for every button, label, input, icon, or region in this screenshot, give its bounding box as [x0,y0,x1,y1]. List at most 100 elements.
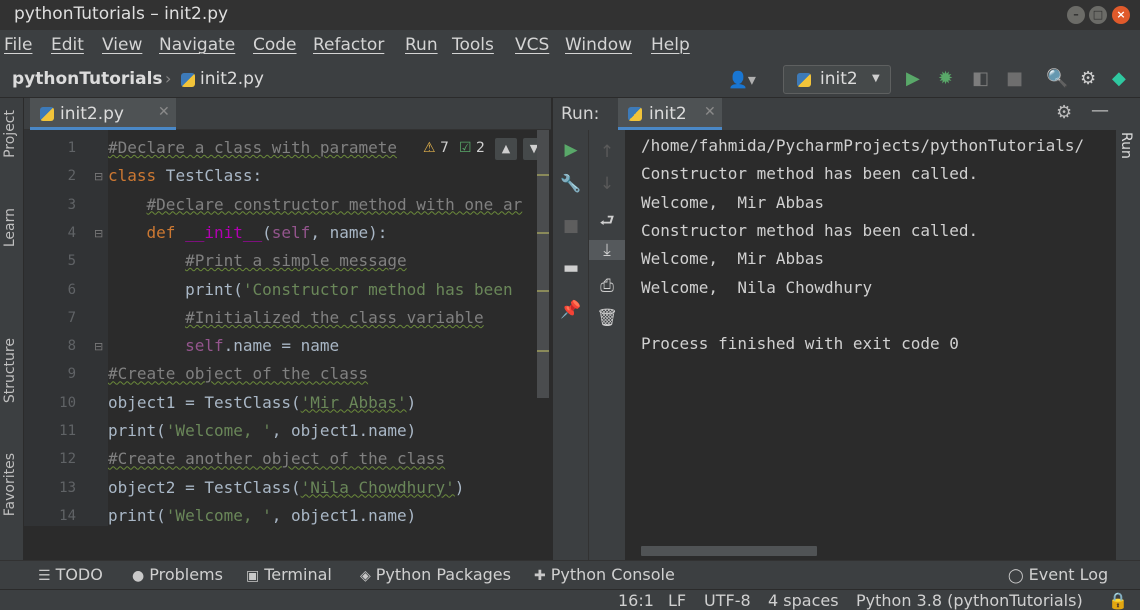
clear-all-trash-icon[interactable]: 🗑 [589,308,625,328]
favorites-tool-tab[interactable]: Favorites [2,453,22,516]
code-line[interactable]: def __init__(self, name): [108,223,388,242]
coverage-icon[interactable]: ◧ [972,68,989,89]
warning-stripe-marker[interactable] [537,174,549,176]
stop-icon[interactable]: ■ [1006,68,1023,89]
print-icon[interactable]: ⎙ [589,276,625,296]
pin-tab-icon[interactable]: 📌 [553,300,589,320]
close-tab-icon[interactable]: ✕ [158,104,170,120]
python-console-tab[interactable]: ✚ Python Console [534,565,675,584]
weak-warnings-count[interactable]: ☑ 2 [459,140,485,156]
code-token: 'Welcome, ' [165,505,272,525]
file-encoding[interactable]: UTF-8 [704,591,751,610]
rerun-icon[interactable]: ▶ [553,140,589,160]
code-line[interactable]: self.name = name [108,336,339,355]
code-line[interactable]: #Declare constructor method with one ar [108,195,523,214]
caret-position[interactable]: 16:1 [618,591,654,610]
close-tab-icon[interactable]: ✕ [704,104,716,120]
menu-refactor[interactable]: Refactor [313,35,384,55]
code-line[interactable]: object1 = TestClass('Mir Abbas') [108,393,416,412]
minimize-window-button[interactable]: – [1067,6,1085,24]
event-log-tab[interactable]: ◯ Event Log [1008,565,1108,584]
line-number: 10 [59,394,76,411]
code-line[interactable]: class TestClass: [108,166,262,185]
jetbrains-logo-icon[interactable]: ◆ [1112,68,1126,89]
learn-tool-tab[interactable]: Learn [2,208,22,247]
project-tool-tab[interactable]: Project [2,110,22,158]
run-icon[interactable]: ▶ [906,68,920,89]
run-tab-init2[interactable]: init2 ✕ [618,98,722,130]
menu-file[interactable]: File [4,35,32,55]
menu-vcs[interactable]: VCS [515,35,549,55]
down-stack-icon[interactable]: ↓ [589,174,625,194]
line-number: 5 [67,253,76,270]
code-fold-icon[interactable]: ⊟ [94,170,103,183]
indent-setting[interactable]: 4 spaces [768,591,839,610]
line-separator[interactable]: LF [668,591,686,610]
soft-wrap-icon[interactable]: ⮐ [589,208,625,237]
python-config-icon [797,73,811,87]
code-token: TestClass: [156,166,263,186]
scroll-to-end-icon[interactable]: ⤓ [589,240,625,260]
editor-tab-init2[interactable]: init2.py ✕ [30,98,176,130]
menu-run[interactable]: Run [405,35,438,55]
code-fold-icon[interactable]: ⊟ [94,227,103,240]
menu-code[interactable]: Code [253,35,297,55]
warning-stripe-marker[interactable] [537,350,549,352]
up-stack-icon[interactable]: ↑ [589,142,625,162]
modify-config-wrench-icon[interactable]: 🔧 [553,174,589,194]
console-output-line: Constructor method has been called. [641,164,979,184]
menu-window[interactable]: Window [565,35,632,55]
code-line[interactable]: print('Welcome, ', object1.name) [108,506,416,525]
code-fold-icon[interactable]: ⊟ [94,340,103,353]
warning-stripe-marker[interactable] [537,232,549,234]
search-icon[interactable]: 🔍 [1046,68,1068,89]
breadcrumb-file[interactable]: init2.py [200,69,264,89]
settings-gear-icon[interactable]: ⚙ [1080,68,1096,89]
code-line[interactable]: print('Welcome, ', object1.name) [108,421,416,440]
line-number-gutter: 1 2 3 4 5 6 7 8 9 10 11 12 13 14 ⊟ ⊟ ⊟ [24,130,108,526]
lock-icon[interactable]: 🔒 [1108,591,1128,610]
user-account-icon[interactable]: 👤▾ [728,70,756,89]
structure-tool-tab[interactable]: Structure [2,338,22,403]
maximize-window-button[interactable]: □ [1089,6,1107,24]
menu-tools[interactable]: Tools [452,35,494,55]
console-horizontal-scrollbar[interactable] [641,546,817,556]
code-line[interactable]: #Create object of the class [108,364,368,383]
code-line[interactable]: #Initialized the class variable [108,308,484,327]
warnings-count[interactable]: ⚠ 7 [423,140,449,156]
menu-help[interactable]: Help [651,35,690,55]
debug-icon[interactable]: ✹ [938,68,953,89]
previous-highlight-button[interactable]: ▲ [495,138,517,160]
restore-layout-icon[interactable]: ▬ [553,258,589,278]
code-editor[interactable]: #Declare a class with paramete class Test… [108,130,551,526]
run-settings-gear-icon[interactable]: ⚙ [1056,102,1072,123]
problems-tab[interactable]: ● Problems [132,565,223,584]
menu-view[interactable]: View [102,35,142,55]
breadcrumb-project[interactable]: pythonTutorials [12,69,163,89]
editor-scrollbar[interactable] [537,130,549,398]
run-configuration-selector[interactable]: init2 ▼ [783,65,891,94]
run-tool-tab[interactable]: Run [1118,132,1134,159]
packages-layers-icon: ◈ [360,568,371,584]
todo-tab[interactable]: ☰ TODO [38,565,103,584]
stop-run-icon[interactable]: ■ [553,216,589,236]
warning-stripe-marker[interactable] [537,290,549,292]
hide-panel-icon[interactable]: — [1091,100,1109,121]
menu-edit[interactable]: Edit [51,35,84,55]
close-window-button[interactable]: × [1112,6,1130,24]
code-line[interactable]: #Create another object of the class [108,449,445,468]
code-line[interactable]: #Print a simple message [108,251,407,270]
code-line[interactable]: print('Constructor method has been [108,280,513,299]
code-token: .name = name [223,336,340,356]
code-token: #Initialized the class variable [185,307,484,327]
terminal-tab[interactable]: ▣ Terminal [246,565,332,584]
menu-navigate[interactable]: Navigate [159,35,235,55]
code-line[interactable]: #Declare a class with paramete [108,138,397,157]
python-interpreter[interactable]: Python 3.8 (pythonTutorials) [856,591,1083,610]
python-packages-tab[interactable]: ◈ Python Packages [360,565,511,584]
code-line[interactable]: object2 = TestClass('Nila Chowdhury') [108,478,464,497]
run-console-output[interactable]: /home/fahmida/PycharmProjects/pythonTuto… [625,130,1116,560]
